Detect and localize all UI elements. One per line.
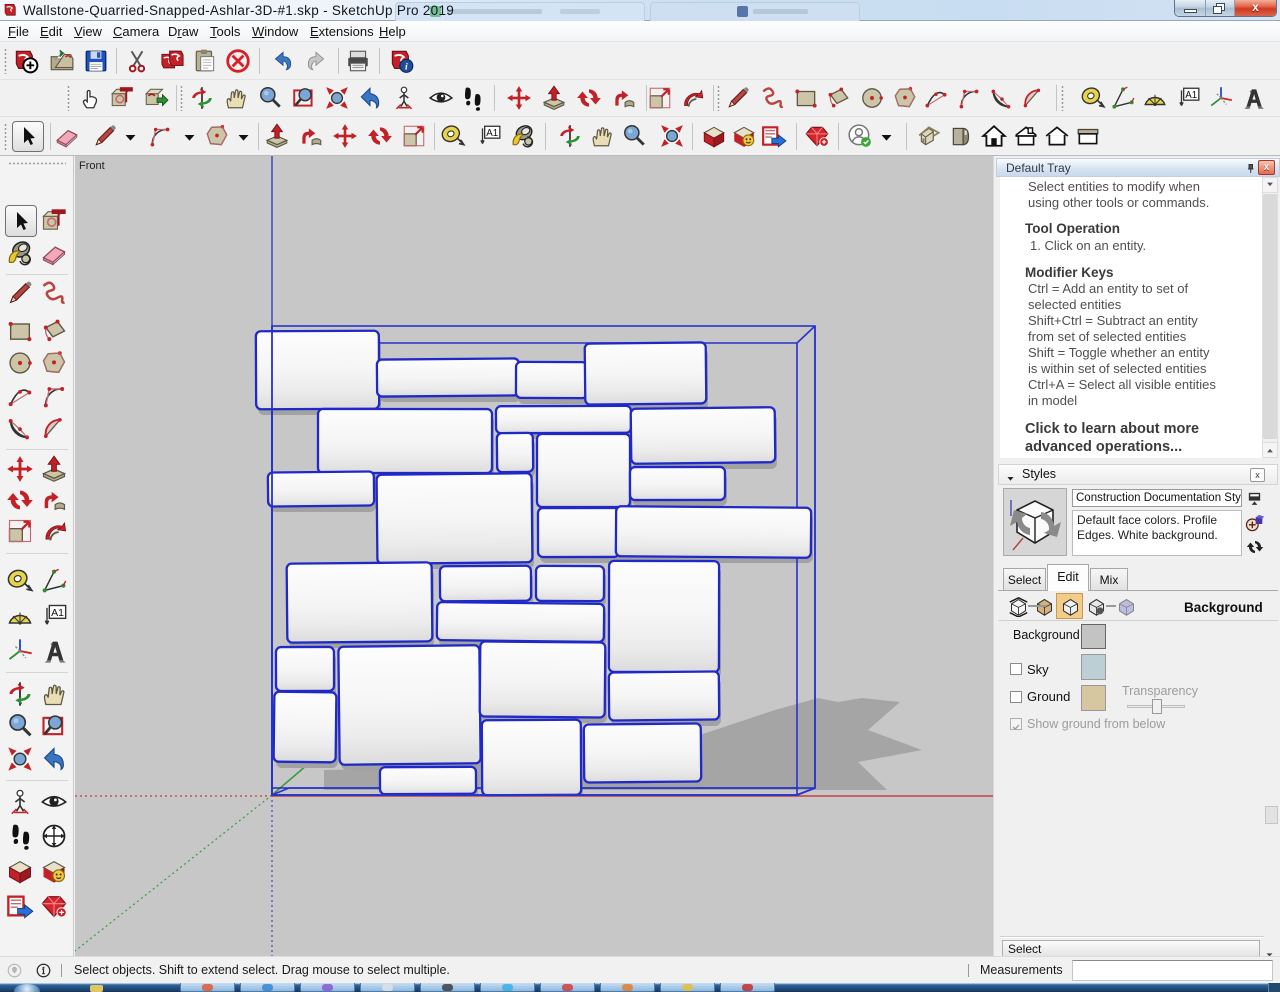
svg-text:Front: Front (79, 160, 105, 172)
svg-text:i: i (405, 62, 408, 73)
svg-text:A1: A1 (486, 128, 498, 139)
svg-text:A1: A1 (1185, 90, 1197, 101)
svg-text:A1: A1 (51, 607, 64, 619)
